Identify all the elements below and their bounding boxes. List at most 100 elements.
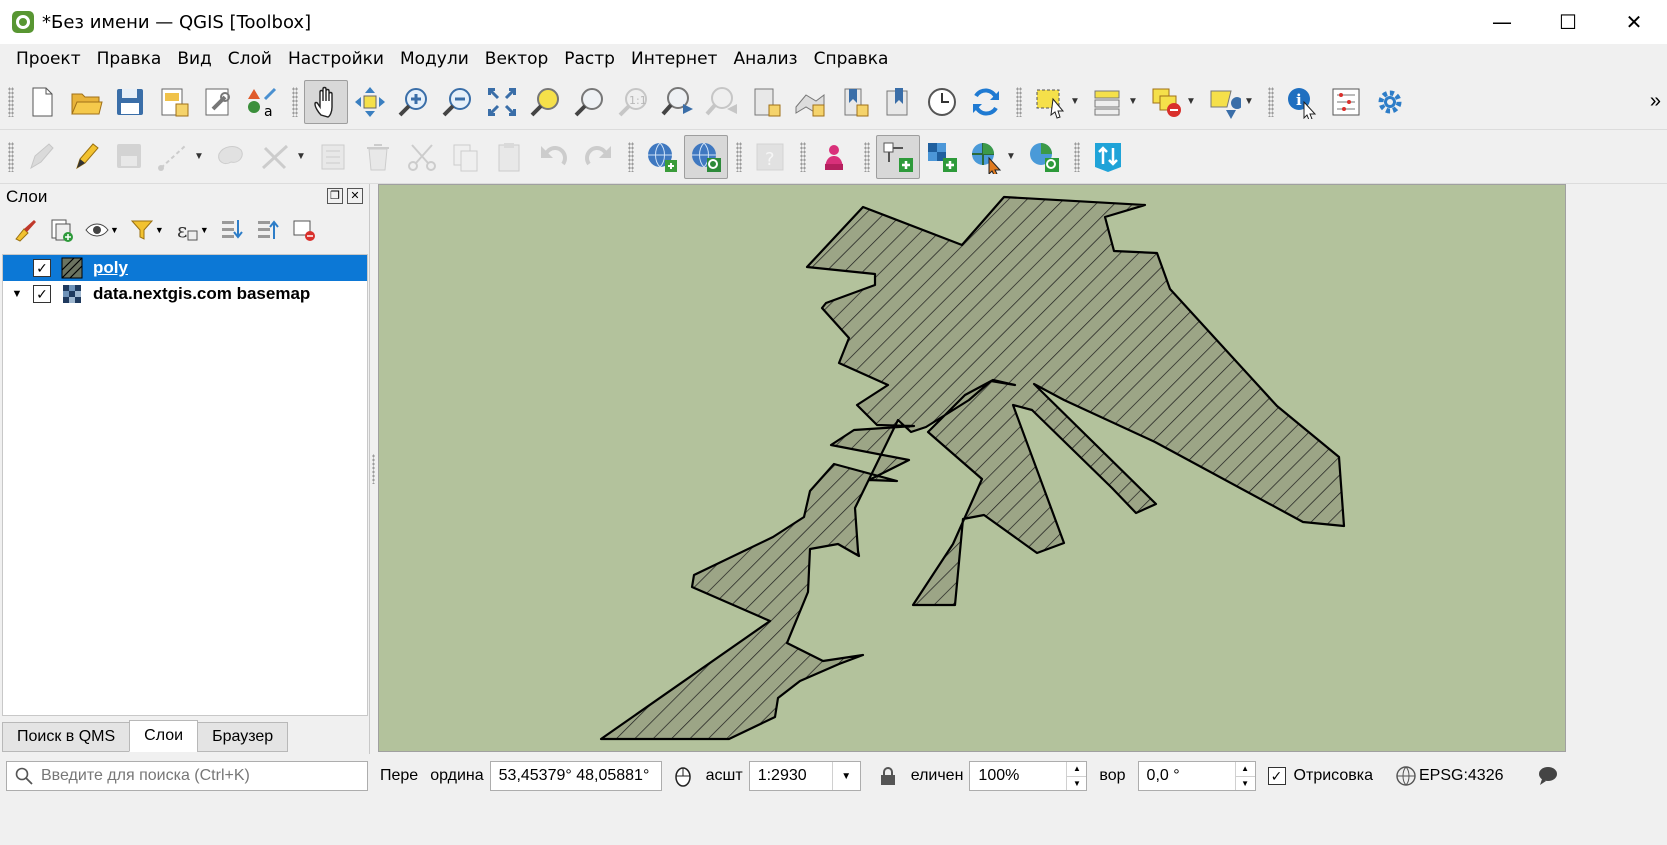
new-print-layout-icon[interactable] bbox=[152, 80, 196, 124]
zoom-out-icon[interactable] bbox=[436, 80, 480, 124]
chevron-down-icon[interactable]: ▼ bbox=[831, 762, 860, 790]
menu-analysis[interactable]: Анализ bbox=[725, 49, 805, 69]
tab-browser[interactable]: Браузер bbox=[197, 722, 289, 752]
float-panel-icon[interactable]: ❐ bbox=[327, 188, 343, 204]
modify-attributes-icon[interactable] bbox=[312, 135, 356, 179]
identify-nextgis-icon[interactable] bbox=[964, 135, 1008, 179]
lock-scale-icon[interactable] bbox=[877, 765, 899, 787]
collapse-all-icon[interactable] bbox=[251, 213, 285, 247]
render-checkbox[interactable]: ✓ bbox=[1267, 767, 1286, 785]
new-3d-map-icon[interactable] bbox=[788, 80, 832, 124]
menu-edit[interactable]: Правка bbox=[89, 49, 170, 69]
layer-visibility-checkbox[interactable]: ✓ bbox=[33, 259, 51, 277]
zoom-full-icon[interactable] bbox=[480, 80, 524, 124]
add-layer-to-map-icon[interactable] bbox=[920, 135, 964, 179]
copy-features-icon[interactable] bbox=[444, 135, 488, 179]
vertex-tool-icon[interactable] bbox=[254, 135, 298, 179]
menu-view[interactable]: Вид bbox=[169, 49, 219, 69]
zoom-in-icon[interactable] bbox=[392, 80, 436, 124]
refresh-icon[interactable] bbox=[964, 80, 1008, 124]
nextgis-connect-icon[interactable] bbox=[1086, 135, 1130, 179]
spin-buttons[interactable]: ▲ ▼ bbox=[1234, 762, 1255, 790]
magnifier-spinbox[interactable]: 100% ▲ ▼ bbox=[969, 761, 1088, 791]
rotation-spinbox[interactable]: 0,0 ° ▲ ▼ bbox=[1137, 761, 1256, 791]
undo-icon[interactable] bbox=[532, 135, 576, 179]
expand-all-icon[interactable] bbox=[215, 213, 249, 247]
toolbar-overflow-icon[interactable]: » bbox=[1650, 90, 1661, 113]
expression-dropdown-icon[interactable]: ▼ bbox=[200, 225, 209, 235]
new-spatial-bookmark-icon[interactable] bbox=[744, 80, 788, 124]
add-group-icon[interactable] bbox=[44, 213, 78, 247]
filter-expression-icon[interactable]: ε bbox=[170, 213, 204, 247]
filter-dropdown-icon[interactable]: ▼ bbox=[155, 225, 164, 235]
zoom-to-selection-icon[interactable] bbox=[524, 80, 568, 124]
menu-project[interactable]: Проект bbox=[8, 49, 89, 69]
locator-search[interactable] bbox=[6, 761, 368, 791]
add-polygon-icon[interactable] bbox=[210, 135, 254, 179]
maximize-button[interactable]: ☐ bbox=[1535, 0, 1601, 44]
minimize-button[interactable]: — bbox=[1469, 0, 1535, 44]
redo-icon[interactable] bbox=[576, 135, 620, 179]
chevron-down-icon[interactable]: ▼ bbox=[7, 288, 27, 300]
visibility-dropdown-icon[interactable]: ▼ bbox=[110, 225, 119, 235]
toolbar-grip[interactable] bbox=[1268, 86, 1274, 117]
show-bookmarks-icon[interactable] bbox=[832, 80, 876, 124]
save-edits-icon[interactable] bbox=[108, 135, 152, 179]
select-features-icon[interactable] bbox=[1028, 80, 1072, 124]
map-canvas[interactable] bbox=[378, 184, 1566, 752]
help-icon[interactable]: ? bbox=[748, 135, 792, 179]
current-edits-icon[interactable] bbox=[20, 135, 64, 179]
toolbar-grip[interactable] bbox=[8, 86, 14, 117]
deselect-features-icon[interactable] bbox=[1144, 80, 1188, 124]
style-manager-icon[interactable]: a bbox=[240, 80, 284, 124]
toolbar-grip[interactable] bbox=[736, 141, 742, 172]
new-project-icon[interactable] bbox=[20, 80, 64, 124]
close-panel-icon[interactable]: ✕ bbox=[347, 188, 363, 204]
menu-web[interactable]: Интернет bbox=[623, 49, 725, 69]
panel-splitter[interactable] bbox=[371, 184, 377, 754]
crs-globe-icon[interactable] bbox=[1395, 765, 1417, 787]
qgis-user-icon[interactable] bbox=[812, 135, 856, 179]
style-layer-icon[interactable] bbox=[8, 213, 42, 247]
toolbar-grip[interactable] bbox=[864, 141, 870, 172]
toolbar-grip[interactable] bbox=[800, 141, 806, 172]
menu-settings[interactable]: Настройки bbox=[280, 49, 392, 69]
delete-selected-icon[interactable] bbox=[356, 135, 400, 179]
layer-row-poly[interactable]: ✓ poly bbox=[3, 255, 367, 281]
pan-map-icon[interactable] bbox=[304, 79, 348, 124]
tab-qms-search[interactable]: Поиск в QMS bbox=[2, 722, 131, 752]
coordinate-field[interactable]: 53,45379° 48,05881° bbox=[489, 761, 662, 791]
identify-features-icon[interactable]: i bbox=[1280, 80, 1324, 124]
toolbar-grip[interactable] bbox=[292, 86, 298, 117]
zoom-last-icon[interactable] bbox=[656, 80, 700, 124]
menu-raster[interactable]: Растр bbox=[556, 49, 623, 69]
close-button[interactable]: ✕ bbox=[1601, 0, 1667, 44]
toolbar-grip[interactable] bbox=[8, 141, 14, 172]
zoom-native-icon[interactable]: 1:1 bbox=[612, 80, 656, 124]
manage-visibility-icon[interactable] bbox=[80, 213, 114, 247]
select-by-location-icon[interactable] bbox=[1202, 80, 1246, 124]
zoom-to-layer-icon[interactable] bbox=[568, 80, 612, 124]
menu-help[interactable]: Справка bbox=[806, 49, 897, 69]
layer-row-basemap[interactable]: ▼ ✓ data.nextgis.com basemap bbox=[3, 281, 367, 307]
zoom-next-icon[interactable] bbox=[700, 80, 744, 124]
toolbar-grip[interactable] bbox=[628, 141, 634, 172]
search-nextgis-icon[interactable] bbox=[1022, 135, 1066, 179]
digitize-icon[interactable] bbox=[152, 135, 196, 179]
spin-buttons[interactable]: ▲ ▼ bbox=[1066, 762, 1087, 790]
filter-legend-icon[interactable] bbox=[125, 213, 159, 247]
add-nextgis-layer-icon[interactable] bbox=[876, 134, 920, 179]
options-gear-icon[interactable] bbox=[1368, 80, 1412, 124]
render-toggle[interactable]: ✓ Отрисовка bbox=[1267, 767, 1373, 785]
toolbar-grip[interactable] bbox=[1074, 141, 1080, 172]
layout-manager-icon[interactable] bbox=[196, 80, 240, 124]
crs-label[interactable]: EPSG:4326 bbox=[1419, 767, 1504, 785]
search-input[interactable] bbox=[41, 767, 361, 785]
qms-search-icon[interactable] bbox=[684, 134, 728, 179]
polygon-feature[interactable] bbox=[599, 195, 1346, 741]
menu-vector[interactable]: Вектор bbox=[477, 49, 556, 69]
select-by-value-icon[interactable] bbox=[1086, 80, 1130, 124]
statistical-summary-icon[interactable] bbox=[1324, 80, 1368, 124]
bookmark-book-icon[interactable] bbox=[876, 80, 920, 124]
toolbar-grip[interactable] bbox=[1016, 86, 1022, 117]
